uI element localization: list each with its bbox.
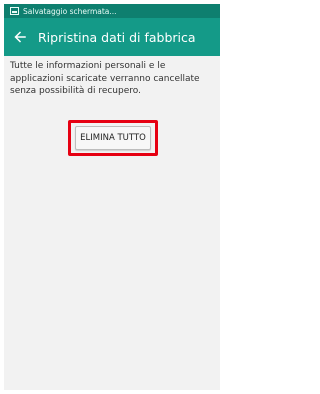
highlight-box: ELIMINA TUTTO — [68, 120, 158, 156]
status-bar: Salvataggio schermata... — [4, 4, 220, 18]
phone-screen: Salvataggio schermata... Ripristina dati… — [4, 4, 220, 390]
erase-all-button[interactable]: ELIMINA TUTTO — [75, 126, 151, 150]
page-title: Ripristina dati di fabbrica — [38, 29, 196, 45]
arrow-left-icon — [14, 31, 26, 43]
description-text: Tutte le informazioni personali e le app… — [10, 61, 200, 96]
back-button[interactable] — [6, 18, 34, 56]
main-content: Tutte le informazioni personali e le app… — [10, 60, 214, 156]
status-notification-text: Salvataggio schermata... — [23, 6, 117, 16]
screenshot-frame: Salvataggio schermata... Ripristina dati… — [0, 0, 224, 394]
screenshot-icon — [10, 7, 19, 15]
app-bar: Ripristina dati di fabbrica — [4, 18, 220, 56]
